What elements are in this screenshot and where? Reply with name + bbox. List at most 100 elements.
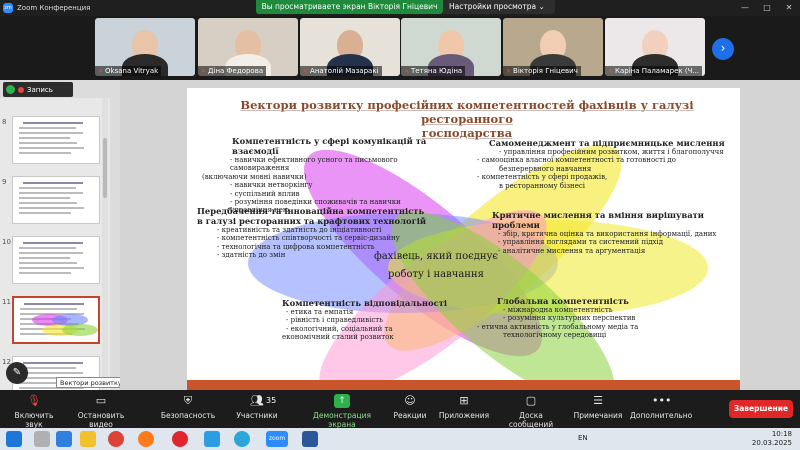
recording-indicator[interactable]: Запись: [3, 82, 73, 97]
minimize-icon[interactable]: —: [734, 0, 756, 16]
more-label: Дополнительно: [630, 411, 693, 420]
mic-muted-icon: ✕: [98, 67, 104, 75]
whiteboard-label: Доска сообщений: [508, 411, 554, 429]
participant-name: ✕ Каріна Паламарек (Ч...: [605, 66, 703, 76]
slide-number: 9: [2, 178, 7, 186]
block-item: - компетентність співтворчості та сервіс…: [217, 234, 400, 243]
block-item: - екологічний, соціальний та: [286, 324, 393, 333]
search-icon[interactable]: [34, 431, 50, 447]
participant-tile[interactable]: ✕ Oksana Vitryak: [95, 18, 195, 76]
participant-name: ✕ Тетяна Юдіна: [401, 66, 466, 76]
annotate-pencil-icon[interactable]: ✎: [6, 362, 28, 384]
telegram-icon[interactable]: [234, 431, 250, 447]
zoom-taskbar-icon[interactable]: zoom: [266, 431, 288, 447]
block-item: - управління професійним розвитком, житт…: [499, 148, 724, 156]
participant-tile[interactable]: ✕ Каріна Паламарек (Ч...: [605, 18, 705, 76]
slide-number: 10: [2, 238, 11, 246]
notes-label: Примечания: [573, 411, 623, 420]
slide-thumbnail[interactable]: [12, 176, 100, 224]
block-heading: Компетентність у сфері комунікацій та вз…: [232, 136, 427, 156]
block-item: (включаючи мовні навички): [202, 172, 307, 181]
mic-muted-icon: 🎙︎: [27, 394, 41, 407]
thumbnail-text-line: [19, 252, 83, 254]
app-title: Zoom Конференция: [17, 4, 91, 12]
participant-strip: ✕ Oksana Vitryak ✕ Діна Федорова ✕ Анатолій М…: [0, 16, 800, 78]
file-explorer-icon[interactable]: [80, 431, 96, 447]
slide-thumbnail[interactable]: [12, 296, 100, 344]
windows-start-icon[interactable]: [6, 431, 22, 447]
block-item: економічний сталий розвиток: [282, 333, 394, 342]
screen-share-banner: Вы просматриваете экран Вікторія Гніцеви…: [256, 0, 443, 14]
participant-name: ✕ Вікторія Гніцевич: [503, 66, 581, 76]
unmute-label: Включить звук: [14, 411, 54, 429]
block-communication: Компетентність у сфері комунікацій та вз…: [202, 136, 442, 215]
thumbnail-text-line: [19, 197, 70, 199]
scrollbar-knob[interactable]: [103, 138, 107, 198]
stop-video-button[interactable]: ▭ Остановить видео: [66, 394, 136, 429]
clock-time: 10:18: [771, 430, 792, 438]
block-self-management: Самоменеджмент та підприємницьке мисленн…: [477, 138, 727, 190]
task-view-icon[interactable]: [56, 431, 72, 447]
reactions-button[interactable]: ☺ Реакции: [392, 394, 428, 420]
thumbnail-text-line: [19, 132, 83, 134]
notes-button[interactable]: ☰ Примечания: [572, 394, 624, 420]
block-item: - суспільний вплив: [230, 189, 300, 198]
next-page-icon[interactable]: ›: [712, 38, 734, 60]
end-meeting-button[interactable]: Завершение: [729, 400, 793, 418]
skype-icon[interactable]: [204, 431, 220, 447]
participant-name: ✕ Анатолій Мазаракі: [300, 66, 382, 76]
block-responsibility: Компетентність відповідальності - етика …: [282, 298, 482, 342]
maximize-icon[interactable]: □: [756, 0, 778, 16]
thumbnail-text-line: [19, 272, 71, 274]
thumbnail-text-line: [19, 127, 76, 129]
unmute-button[interactable]: 🎙︎ Включить звук: [6, 394, 62, 429]
participant-tile[interactable]: ✕ Діна Федорова: [198, 18, 298, 76]
firefox-icon[interactable]: [138, 431, 154, 447]
participant-name-label: Oksana Vitryak: [105, 67, 159, 75]
apps-grid-icon: ⊞: [459, 394, 469, 407]
slide-thumbnail[interactable]: [12, 116, 100, 164]
chrome-icon[interactable]: [108, 431, 124, 447]
slide-thumbnail[interactable]: [12, 236, 100, 284]
zoom-window: zm Zoom Конференция Вы просматриваете эк…: [0, 0, 800, 450]
thumbnail-text-line: [19, 187, 76, 189]
block-heading: Самоменеджмент та підприємницьке мисленн…: [489, 138, 725, 148]
block-item: технологічному середовищі: [503, 331, 607, 340]
more-button[interactable]: ••• Дополнительно: [630, 394, 693, 420]
security-button[interactable]: ⛨ Безопасность: [160, 394, 216, 420]
participant-tile[interactable]: ✕ Вікторія Гніцевич: [503, 18, 603, 76]
language-indicator[interactable]: EN: [578, 434, 588, 442]
thumbnail-text-line: [19, 267, 84, 269]
clock[interactable]: 10:18 20.03.2025: [752, 430, 792, 448]
title-bar: zm Zoom Конференция Вы просматриваете эк…: [0, 0, 800, 16]
participant-name-label: Вікторія Гніцевич: [513, 67, 578, 75]
participant-tile[interactable]: ✕ Анатолій Мазаракі: [300, 18, 400, 76]
participant-tile[interactable]: ✕ Тетяна Юдіна: [401, 18, 501, 76]
word-icon[interactable]: [302, 431, 318, 447]
stop-video-label: Остановить видео: [77, 411, 125, 429]
apps-button[interactable]: ⊞ Приложения: [438, 394, 490, 420]
opera-icon[interactable]: [172, 431, 188, 447]
thumbnail-text-line: [19, 202, 77, 204]
block-item: - етична активність у глобальному медіа …: [477, 322, 639, 331]
block-item: - міжнародна компетентність: [503, 306, 613, 314]
block-global: Глобальна компетентність - міжнародна ко…: [477, 296, 717, 340]
shield-icon: ⛨: [183, 394, 193, 407]
notes-icon: ☰: [593, 394, 603, 407]
close-icon[interactable]: ✕: [778, 0, 800, 16]
people-icon: 👥︎: [250, 394, 264, 407]
recording-label: Запись: [27, 85, 53, 94]
mic-muted-icon: ✕: [201, 67, 207, 75]
slide-number: 11: [2, 298, 11, 306]
record-dot-icon: [18, 86, 24, 93]
participant-name-label: Каріна Паламарек (Ч...: [615, 67, 700, 75]
thumbnail-text-line: [19, 152, 71, 154]
view-options-button[interactable]: Настройки просмотра ⌄: [443, 0, 555, 14]
slide-editor-area: Вектори розвитку професійних компетентно…: [120, 80, 800, 392]
thumbnail-scrollbar[interactable]: [102, 98, 108, 390]
block-heading: Критичне мислення та вміння вирішувати п…: [492, 210, 705, 230]
security-label: Безопасность: [160, 411, 216, 420]
whiteboard-button[interactable]: ▢ Доска сообщений: [496, 394, 566, 429]
share-screen-button[interactable]: ↑ Демонстрация экрана: [300, 394, 384, 429]
slide-title: Вектори розвитку професійних компетентно…: [217, 98, 717, 140]
